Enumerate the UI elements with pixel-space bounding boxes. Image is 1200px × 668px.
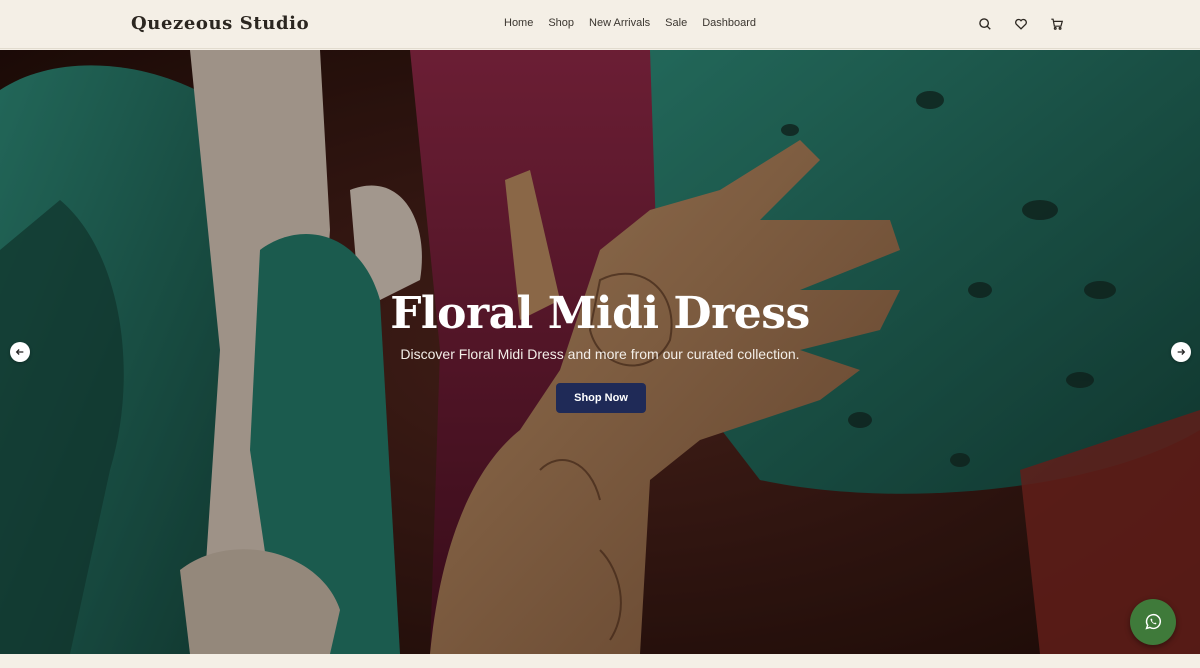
hero-subtitle: Discover Floral Midi Dress and more from… — [400, 346, 800, 362]
nav-new-arrivals[interactable]: New Arrivals — [589, 17, 650, 29]
page-bottom-strip — [0, 654, 1200, 668]
search-icon[interactable] — [978, 17, 992, 31]
carousel-prev-button[interactable] — [10, 342, 30, 362]
nav-dashboard[interactable]: Dashboard — [702, 17, 756, 29]
header-actions — [978, 17, 1064, 31]
nav-shop[interactable]: Shop — [548, 17, 574, 29]
arrow-left-icon — [15, 349, 24, 355]
site-header: Quezeous Studio Home Shop New Arrivals S… — [0, 0, 1200, 49]
arrow-right-icon — [1177, 349, 1186, 355]
shop-now-button[interactable]: Shop Now — [556, 383, 646, 413]
cart-icon[interactable] — [1050, 17, 1064, 31]
whatsapp-chat-button[interactable] — [1130, 599, 1176, 645]
nav-sale[interactable]: Sale — [665, 17, 687, 29]
main-nav: Home Shop New Arrivals Sale Dashboard — [504, 17, 756, 29]
carousel-next-button[interactable] — [1171, 342, 1191, 362]
nav-home[interactable]: Home — [504, 17, 533, 29]
whatsapp-icon — [1145, 613, 1162, 630]
hero-banner: Floral Midi Dress Discover Floral Midi D… — [0, 50, 1200, 654]
hero-title: Floral Midi Dress — [390, 288, 810, 339]
heart-icon[interactable] — [1014, 17, 1028, 31]
brand-logo[interactable]: Quezeous Studio — [131, 13, 309, 34]
